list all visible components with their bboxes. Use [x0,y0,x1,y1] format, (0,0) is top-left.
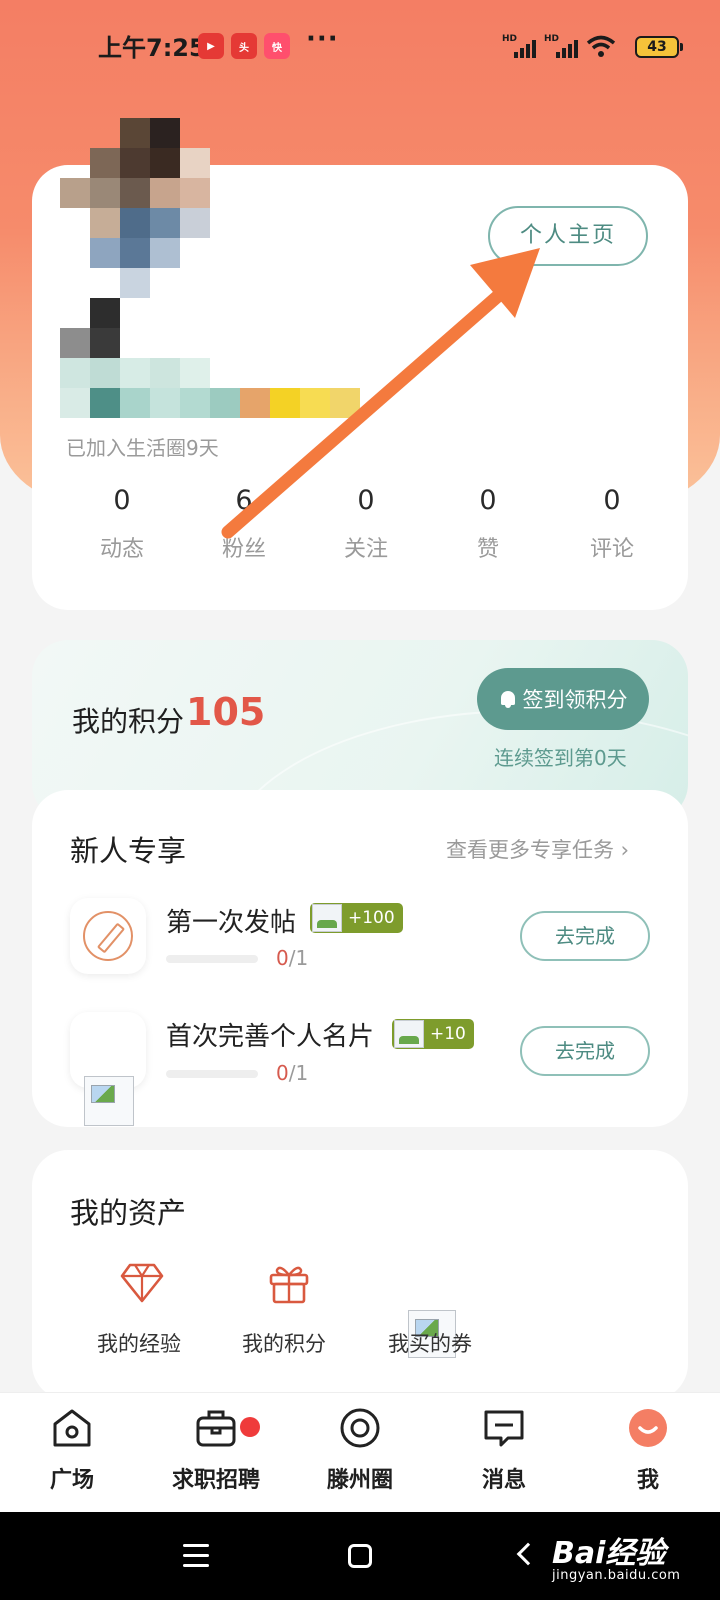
tab-jobs[interactable]: 求职招聘 [144,1406,288,1494]
menu-icon[interactable] [183,1544,209,1574]
tab-tengzhou-circle[interactable]: 滕州圈 [288,1406,432,1494]
tab-messages[interactable]: 消息 [432,1406,576,1494]
profile-icon [626,1406,670,1450]
briefcase-icon [194,1406,238,1450]
message-icon [482,1406,526,1450]
tab-label: 我 [636,1468,659,1493]
tab-label: 广场 [49,1468,94,1493]
tab-me[interactable]: 我 [576,1406,720,1494]
home-icon [50,1406,94,1450]
annotation-arrow [221,248,540,539]
notification-dot [240,1417,260,1437]
tab-label: 消息 [481,1468,526,1493]
home-button-icon[interactable] [348,1544,372,1568]
baidu-watermark: Bai经验 jingyan.baidu.com [552,1536,681,1583]
circle-target-icon [338,1406,382,1450]
tab-label: 求职招聘 [171,1468,260,1493]
tab-label: 滕州圈 [326,1468,393,1493]
tab-square[interactable]: 广场 [0,1406,144,1494]
